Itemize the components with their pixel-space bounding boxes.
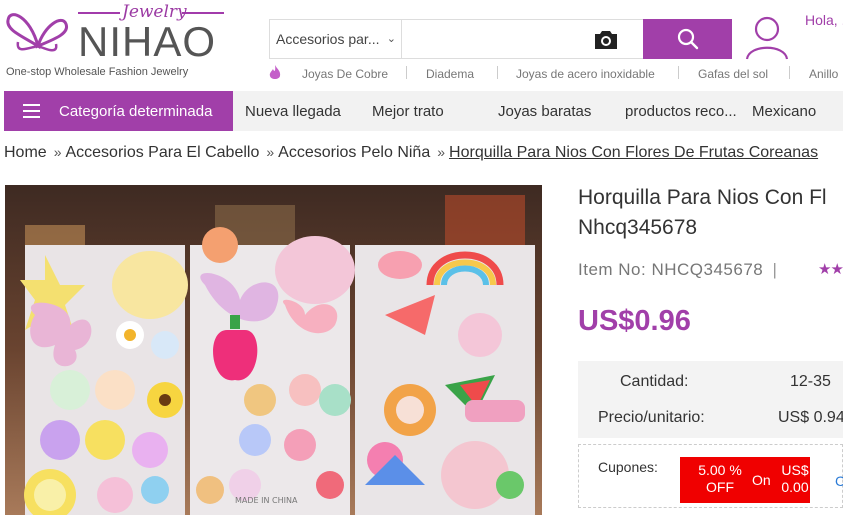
search-bar: Accesorios par... ⌄ xyxy=(269,19,732,59)
search-category-label: Accesorios par... xyxy=(276,31,380,47)
item-number-text: Item No: NHCQ345678 xyxy=(578,260,764,279)
quantity-value: 12-35 xyxy=(790,373,831,390)
chevron-down-icon: ⌄ xyxy=(386,33,396,45)
unit-price-label: Precio/unitario: xyxy=(598,409,705,426)
butterfly-logo-icon xyxy=(6,13,69,52)
breadcrumb-accesorios-pelo-nina[interactable]: Accesorios Pelo Niña xyxy=(278,144,430,161)
product-image[interactable]: MADE IN CHINA xyxy=(5,185,542,515)
coupon-amount-value: 0.00 xyxy=(781,479,809,495)
fire-icon xyxy=(269,65,281,79)
hot-link-acero-inoxidable[interactable]: Joyas de acero inoxidable xyxy=(516,67,655,81)
user-account-icon[interactable] xyxy=(745,14,789,60)
hot-link-divider xyxy=(678,66,679,79)
product-price: US$0.96 xyxy=(578,305,691,337)
chevron-right-icon: » xyxy=(266,144,275,160)
coupon-amount: US$ 0.00 xyxy=(780,462,810,496)
quantity-label: Cantidad: xyxy=(620,373,689,390)
coupon-on-label: On xyxy=(752,472,771,488)
search-category-dropdown[interactable]: Accesorios par... ⌄ xyxy=(270,20,402,58)
coupon-percent: 5.00 % OFF xyxy=(694,462,746,496)
hot-link-divider xyxy=(497,66,498,79)
user-greeting[interactable]: Hola, ... xyxy=(805,12,843,28)
rating-stars[interactable]: ★★ xyxy=(818,260,843,278)
search-button[interactable] xyxy=(643,19,732,59)
hamburger-menu-icon xyxy=(23,104,40,118)
chevron-right-icon: » xyxy=(437,144,446,160)
product-title-line1: Horquilla Para Nios Con Fl xyxy=(578,186,827,209)
hot-link-gafas-sol[interactable]: Gafas del sol xyxy=(698,67,768,81)
chevron-right-icon: » xyxy=(53,144,62,160)
search-icon xyxy=(677,28,698,50)
breadcrumb-home[interactable]: Home xyxy=(4,144,47,161)
main-nav: Categoría determinada Nueva llegada Mejo… xyxy=(4,91,843,131)
logo-tagline: One-stop Wholesale Fashion Jewelry xyxy=(6,66,189,78)
product-title: Horquilla Para Nios Con Fl Nhcq345678 xyxy=(578,183,843,243)
product-title-line2: Nhcq345678 xyxy=(578,216,698,239)
nav-item-productos-recomendados[interactable]: productos reco... xyxy=(625,103,737,120)
site-logo[interactable]: Jewelry NIHAO One-stop Wholesale Fashion… xyxy=(4,2,234,82)
item-number: Item No: NHCQ345678 | xyxy=(578,260,777,280)
coupon-more-link[interactable]: C xyxy=(835,473,843,489)
image-watermark: MADE IN CHINA xyxy=(235,496,298,505)
coupon-percent-off: OFF xyxy=(706,479,734,495)
coupons-section: Cupones: 5.00 % OFF On US$ 0.00 C xyxy=(578,444,843,508)
logo-brand-name: NIHAO xyxy=(78,18,217,65)
category-menu-button[interactable]: Categoría determinada xyxy=(4,91,233,131)
breadcrumb-current[interactable]: Horquilla Para Nios Con Flores De Frutas… xyxy=(449,144,818,161)
hot-link-anillo[interactable]: Anillo xyxy=(809,67,838,81)
coupon-percent-value: 5.00 % xyxy=(698,462,742,478)
coupons-label: Cupones: xyxy=(598,459,658,475)
unit-price-value: US$ 0.94 xyxy=(778,409,843,426)
product-photo: MADE IN CHINA xyxy=(5,185,542,515)
coupon-currency: US$ xyxy=(781,462,809,478)
item-divider: | xyxy=(772,260,778,279)
hot-link-diadema[interactable]: Diadema xyxy=(426,67,474,81)
category-menu-label: Categoría determinada xyxy=(59,103,213,120)
nav-item-joyas-baratas[interactable]: Joyas baratas xyxy=(498,103,591,120)
camera-icon[interactable] xyxy=(593,29,619,51)
nav-item-nueva-llegada[interactable]: Nueva llegada xyxy=(245,103,341,120)
hot-link-joyas-cobre[interactable]: Joyas De Cobre xyxy=(302,67,388,81)
hot-link-divider xyxy=(789,66,790,79)
coupon-ticket[interactable]: 5.00 % OFF On US$ 0.00 xyxy=(680,457,810,503)
logo-divider xyxy=(182,12,224,14)
breadcrumb-accesorios-cabello[interactable]: Accesorios Para El Cabello xyxy=(65,144,259,161)
hot-link-divider xyxy=(406,66,407,79)
breadcrumb: Home» Accesorios Para El Cabello» Accesori… xyxy=(4,144,821,162)
logo-divider xyxy=(78,12,120,14)
nav-item-mexicano[interactable]: Mexicano xyxy=(752,103,816,120)
price-tier-table: Cantidad: 12-35 Precio/unitario: US$ 0.9… xyxy=(578,361,843,438)
nav-item-mejor-trato[interactable]: Mejor trato xyxy=(372,103,444,120)
